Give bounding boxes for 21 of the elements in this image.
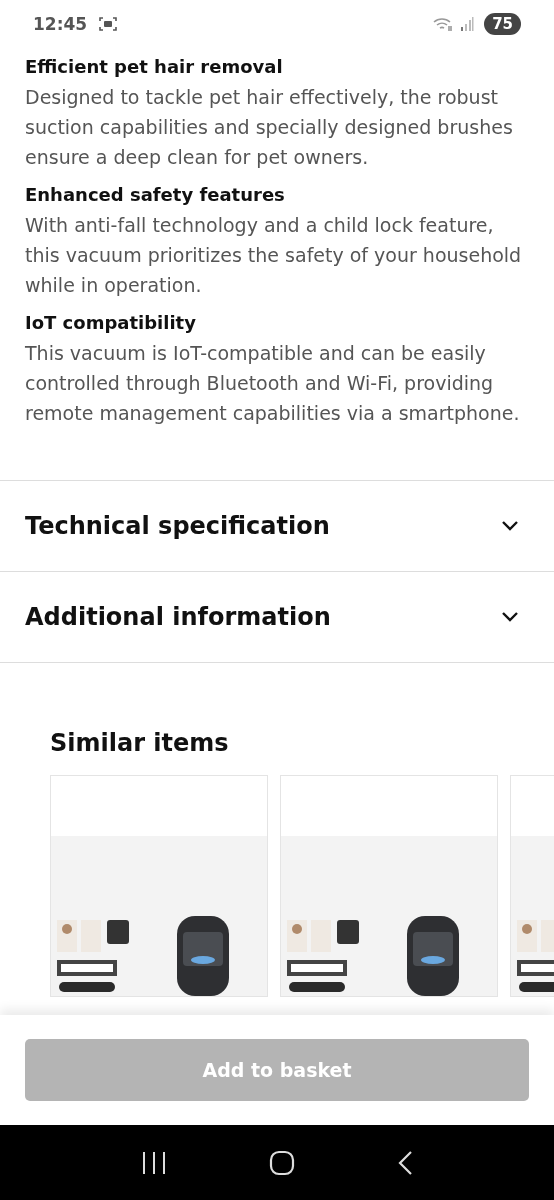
feature-description: This vacuum is IoT-compatible and can be easily controlled through Bluetooth and Wi-Fi, providing remote management capabilities via a smartphone.: [25, 341, 521, 426]
chevron-icon: [500, 611, 520, 623]
recent-apps-icon[interactable]: [141, 1150, 167, 1175]
section-title: Similar items: [49, 728, 230, 759]
product-card[interactable]: [50, 775, 268, 997]
accordion-header[interactable]: Technical specification: [0, 481, 554, 572]
feature-description: With anti-fall technology and a child lock feature, this vacuum prioritizes the safety of your household while in operation.: [25, 213, 523, 298]
accordion-header[interactable]: Additional information: [0, 572, 554, 663]
screenshot-icon: [99, 16, 118, 32]
status-time: 12:45: [33, 14, 88, 34]
feature-title: Efficient pet hair removal: [25, 55, 284, 79]
feature-title: IoT compatibility: [25, 311, 197, 335]
feature-title: Enhanced safety features: [25, 183, 286, 207]
signal-icon: [460, 17, 475, 31]
product-card[interactable]: [280, 775, 498, 997]
feature-description: Designed to tackle pet hair effectively, the robust suction capabilities and specially designed brushes ensure a deep clean for pet owners.: [25, 85, 514, 170]
back-icon[interactable]: [397, 1149, 413, 1176]
battery-indicator: 75: [484, 13, 521, 35]
wifi-icon: [432, 16, 455, 32]
chevron-icon: [500, 520, 520, 532]
home-icon[interactable]: [269, 1149, 295, 1176]
